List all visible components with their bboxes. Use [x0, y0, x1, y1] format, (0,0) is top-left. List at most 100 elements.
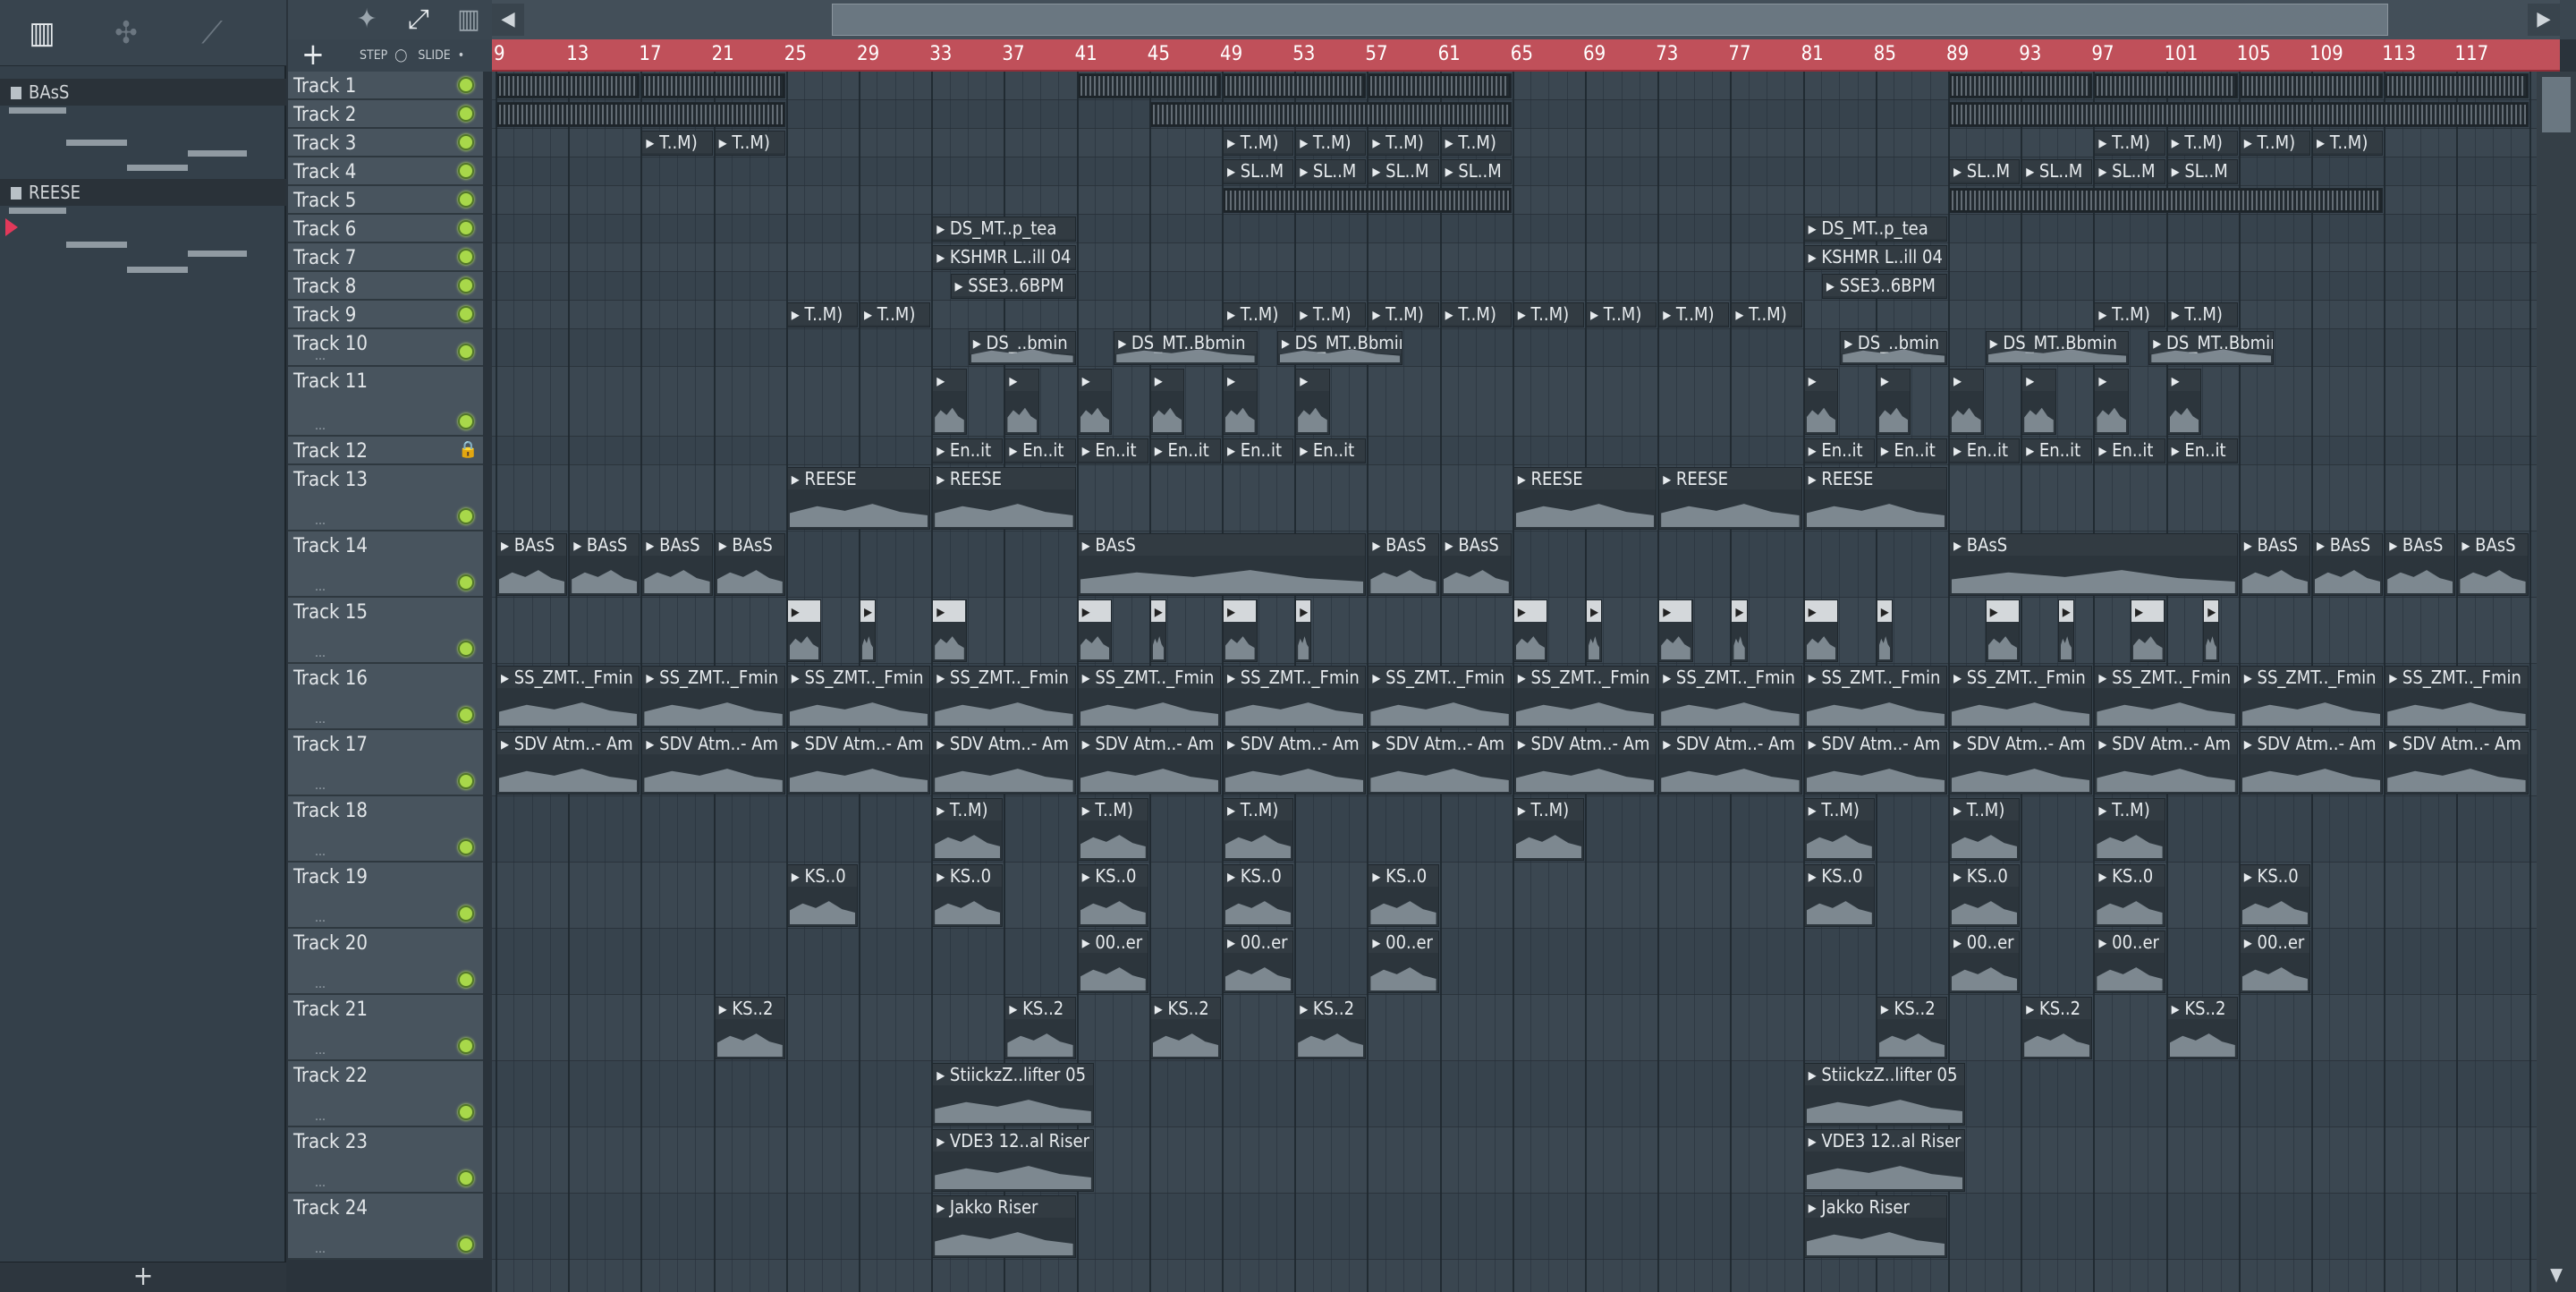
playlist-clip[interactable]: ▸ BAsS	[1368, 533, 1439, 596]
playlist-clip-unlabeled[interactable]: ▸	[1658, 599, 1693, 662]
playlist-clip[interactable]: ▸ SDV Atm..- Am	[641, 732, 785, 795]
playlist-clip[interactable]: ▸ En..it	[2166, 438, 2238, 463]
playlist-clip[interactable]: ▸ DS_MT..p_tea	[932, 217, 1076, 242]
playlist-clip-unlabeled[interactable]	[2094, 73, 2238, 98]
piano-roll-icon[interactable]: ▥	[20, 13, 64, 54]
playlist-clip[interactable]: ▸ Jakko Riser	[1803, 1195, 1947, 1258]
playlist-clip[interactable]: ▸ T..M)	[1223, 798, 1294, 861]
scroll-right-icon[interactable]: ▶	[2528, 4, 2560, 36]
playlist-clip-unlabeled[interactable]	[2385, 73, 2529, 98]
track-mute-led-icon[interactable]	[458, 191, 474, 208]
playlist-clip[interactable]: ▸ KS..0	[2094, 864, 2165, 927]
playlist-clip[interactable]: ▸ SS_ZMT.._Fmin	[1803, 666, 1947, 728]
track-header[interactable]: Track 21...	[288, 995, 483, 1061]
playlist-clip[interactable]: ▸ T..M)	[1223, 131, 1294, 156]
playlist-clip-unlabeled[interactable]: ▸	[1077, 369, 1113, 435]
slide-toggle-icon[interactable]: •	[458, 48, 464, 63]
horizontal-scrollbar[interactable]: ◀ ▶	[492, 0, 2560, 39]
playlist-clip[interactable]: ▸ SDV Atm..- Am	[2385, 732, 2529, 795]
playlist-clip-unlabeled[interactable]: ▸	[932, 369, 967, 435]
playlist-clip[interactable]: ▸ BAsS	[2312, 533, 2384, 596]
track-header[interactable]: Track 3	[288, 129, 483, 157]
playlist-clip[interactable]: ▸ SSE3..6BPM	[950, 274, 1076, 299]
playlist-clip[interactable]: ▸ T..M)	[1295, 131, 1367, 156]
playlist-clip[interactable]: ▸ T..M)	[1513, 302, 1584, 327]
playlist-clip-unlabeled[interactable]	[1223, 188, 1512, 213]
playlist-clip[interactable]: ▸ SL..M	[2094, 159, 2165, 184]
playlist-clip[interactable]: ▸ SS_ZMT.._Fmin	[786, 666, 931, 728]
playlist-clip[interactable]: ▸ SDV Atm..- Am	[1077, 732, 1221, 795]
playlist-clip[interactable]: ▸ StiickzZ..lifter 05	[1803, 1063, 1966, 1126]
playlist-clip[interactable]: ▸ T..M)	[786, 302, 858, 327]
playlist-clip[interactable]: ▸ REESE	[786, 467, 931, 530]
playlist-clip[interactable]: ▸ REESE	[1658, 467, 1802, 530]
track-mute-led-icon[interactable]	[458, 413, 474, 429]
playlist-clip[interactable]: ▸ VDE3 12..al Riser	[1803, 1129, 1966, 1192]
playlist-clip[interactable]: ▸ BAsS	[1949, 533, 2238, 596]
playlist-clip[interactable]: ▸ 00..er	[1077, 931, 1148, 993]
vertical-scroll-thumb[interactable]	[2542, 77, 2571, 132]
curve-tool-icon[interactable]: ⤢	[394, 4, 444, 36]
playlist-clip[interactable]: ▸ REESE	[1513, 467, 1657, 530]
track-header[interactable]: Track 8	[288, 272, 483, 301]
playlist-clip[interactable]: ▸ KS..2	[1295, 997, 1367, 1059]
playlist-clip[interactable]: ▸ BAsS	[1077, 533, 1367, 596]
track-header[interactable]: Track 10...	[288, 329, 483, 367]
playlist-clip[interactable]: ▸ SDV Atm..- Am	[1368, 732, 1512, 795]
scroll-left-icon[interactable]: ◀	[492, 4, 524, 36]
playlist-clip[interactable]: ▸ KS..2	[2166, 997, 2238, 1059]
playlist-clip-unlabeled[interactable]	[496, 102, 785, 127]
playlist-clip[interactable]: ▸ T..M)	[2312, 131, 2384, 156]
browser-clip-reese[interactable]: REESE	[0, 179, 286, 206]
playlist-clip[interactable]: ▸ 00..er	[1949, 931, 2021, 993]
browser-clip-bass[interactable]: BAsS	[0, 79, 286, 106]
playlist-clip[interactable]: ▸ KSHMR L..ill 04	[932, 245, 1076, 270]
track-mute-led-icon[interactable]	[458, 1104, 474, 1120]
track-mute-led-icon[interactable]	[458, 1170, 474, 1186]
playlist-clip[interactable]: ▸ KS..2	[714, 997, 785, 1059]
arrangement-grid[interactable]: ▸ ▸ ▸ ▸ ▸ ▸ ▸ ▸ ▸ ▸ ▸ ▸ ▸ ▸ ▸ ▸ ▸ ▸ ▸ ▸ ▸ ▸ ▸ ▸ ▸ ▸ ▸ ▸ ▸ ▸ T..M) ▸ T.…	[492, 72, 2538, 1292]
playlist-clip-unlabeled[interactable]	[1077, 73, 1221, 98]
playlist-clip[interactable]: ▸ SS_ZMT.._Fmin	[1223, 666, 1367, 728]
playlist-clip[interactable]: ▸ T..M)	[1658, 302, 1730, 327]
playlist-clip-unlabeled[interactable]: ▸	[2021, 369, 2056, 435]
track-header[interactable]: Track 9	[288, 301, 483, 329]
draw-icon[interactable]: ⟋	[190, 13, 234, 54]
track-mute-led-icon[interactable]	[458, 707, 474, 723]
track-header[interactable]: Track 1	[288, 72, 483, 100]
playlist-clip[interactable]: ▸ KS..0	[2239, 864, 2310, 927]
playlist-clip-unlabeled[interactable]	[2239, 73, 2384, 98]
playlist-clip[interactable]: ▸ T..M)	[2094, 798, 2165, 861]
playlist-clip[interactable]: ▸ T..M)	[1440, 131, 1512, 156]
playlist-clip[interactable]: ▸ KS..2	[1876, 997, 1947, 1059]
playlist-clip-unlabeled[interactable]	[1949, 73, 2093, 98]
playlist-clip[interactable]: ▸ SSE3..6BPM	[1821, 274, 1947, 299]
playlist-clip[interactable]: ▸ SDV Atm..- Am	[1223, 732, 1367, 795]
track-mute-led-icon[interactable]	[458, 106, 474, 122]
playlist-clip[interactable]: ▸ DS_MT..p_tea	[1803, 217, 1947, 242]
playlist-clip-unlabeled[interactable]	[1149, 102, 1512, 127]
playlist-clip[interactable]: ▸ SL..M	[1949, 159, 2021, 184]
playlist-clip[interactable]: ▸ SDV Atm..- Am	[1803, 732, 1947, 795]
playlist-clip-unlabeled[interactable]: ▸	[1223, 369, 1258, 435]
playlist-clip-unlabeled[interactable]: ▸	[1223, 599, 1258, 662]
track-mute-led-icon[interactable]	[458, 574, 474, 591]
lock-icon[interactable]: 🔒	[458, 442, 478, 458]
playlist-clip[interactable]: ▸ DS_..bmin	[1840, 331, 1947, 365]
playlist-clip[interactable]: ▸ SDV Atm..- Am	[1949, 732, 2093, 795]
playlist-clip-unlabeled[interactable]: ▸	[1077, 599, 1113, 662]
playlist-clip-unlabeled[interactable]: ▸	[786, 599, 822, 662]
track-header[interactable]: Track 6	[288, 215, 483, 243]
track-header[interactable]: Track 4	[288, 157, 483, 186]
playlist-clip[interactable]: ▸ SS_ZMT.._Fmin	[2094, 666, 2238, 728]
playlist-clip[interactable]: ▸ DS_..bmin	[968, 331, 1076, 365]
playlist-clip-unlabeled[interactable]: ▸	[860, 599, 877, 662]
playlist-clip-unlabeled[interactable]	[1223, 73, 1367, 98]
track-header[interactable]: Track 19...	[288, 863, 483, 929]
playlist-clip[interactable]: ▸ SDV Atm..- Am	[2094, 732, 2238, 795]
playlist-clip[interactable]: ▸ KS..0	[1368, 864, 1439, 927]
track-header[interactable]: Track 17...	[288, 730, 483, 796]
automation-icon[interactable]: ✣	[104, 13, 148, 54]
playlist-clip[interactable]: ▸ T..M)	[1803, 798, 1875, 861]
step-toggle-icon[interactable]: ◯	[394, 48, 407, 63]
